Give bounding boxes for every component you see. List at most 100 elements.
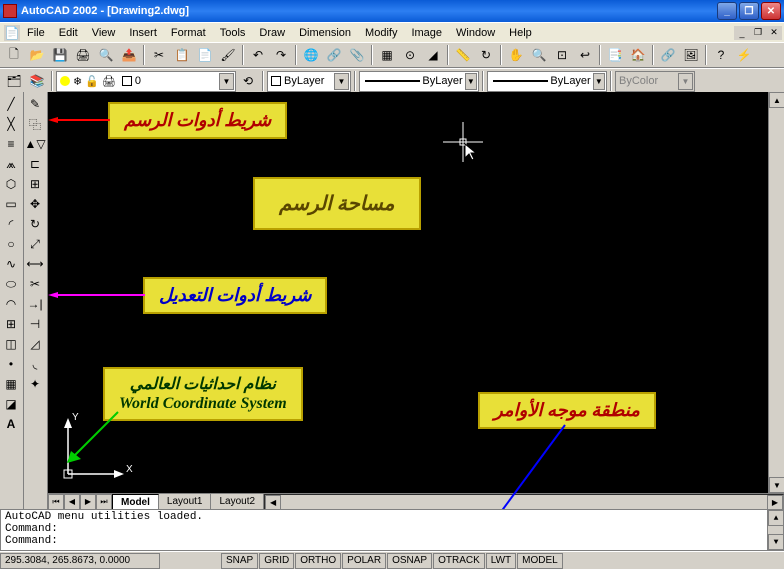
make-block-icon[interactable]: ◫ bbox=[0, 334, 22, 354]
spline-icon[interactable]: ∿ bbox=[0, 254, 22, 274]
menu-draw[interactable]: Draw bbox=[252, 25, 292, 41]
chevron-down-icon[interactable]: ▼ bbox=[334, 73, 349, 90]
doc-close-button[interactable]: ✕ bbox=[766, 26, 782, 40]
hyperlink-icon[interactable]: 📎 bbox=[346, 44, 368, 66]
menu-file[interactable]: File bbox=[20, 25, 52, 41]
minimize-button[interactable]: _ bbox=[717, 2, 737, 20]
scroll-up-icon[interactable]: ▲ bbox=[768, 510, 784, 526]
trim-icon[interactable]: ✂ bbox=[24, 274, 46, 294]
xref-icon[interactable]: 🔗 bbox=[657, 44, 679, 66]
designcenter-icon[interactable]: 🏠 bbox=[627, 44, 649, 66]
scroll-down-icon[interactable]: ▼ bbox=[769, 477, 784, 493]
menu-edit[interactable]: Edit bbox=[52, 25, 85, 41]
break-icon[interactable]: ⊣ bbox=[24, 314, 46, 334]
explode-icon[interactable]: ✦ bbox=[24, 374, 46, 394]
point-icon[interactable]: • bbox=[0, 354, 22, 374]
publish-icon[interactable]: 📤 bbox=[118, 44, 140, 66]
tab-prev-icon[interactable]: ◀ bbox=[64, 494, 80, 510]
chamfer-icon[interactable]: ◿ bbox=[24, 334, 46, 354]
save-icon[interactable]: 💾 bbox=[49, 44, 71, 66]
menu-dimension[interactable]: Dimension bbox=[292, 25, 358, 41]
hatch-icon[interactable]: ▦ bbox=[0, 374, 22, 394]
print-icon[interactable]: 🖨 bbox=[72, 44, 94, 66]
chevron-down-icon[interactable]: ▼ bbox=[219, 73, 234, 90]
scroll-up-icon[interactable]: ▲ bbox=[769, 92, 784, 108]
active-assist-icon[interactable]: ⚡ bbox=[733, 44, 755, 66]
status-lwt[interactable]: LWT bbox=[486, 553, 516, 569]
egrip-icon[interactable]: ▦ bbox=[376, 44, 398, 66]
menu-tools[interactable]: Tools bbox=[213, 25, 253, 41]
polygon-icon[interactable]: ⬡ bbox=[0, 174, 22, 194]
chevron-down-icon[interactable]: ▼ bbox=[593, 73, 605, 90]
copy-icon[interactable]: 📋 bbox=[171, 44, 193, 66]
fillet-icon[interactable]: ◟ bbox=[24, 354, 46, 374]
preview-icon[interactable]: 🔍 bbox=[95, 44, 117, 66]
dist-icon[interactable]: 📏 bbox=[452, 44, 474, 66]
scroll-down-icon[interactable]: ▼ bbox=[768, 534, 784, 550]
pan-icon[interactable]: ✋ bbox=[505, 44, 527, 66]
tab-next-icon[interactable]: ▶ bbox=[80, 494, 96, 510]
mirror-icon[interactable]: ▲▽ bbox=[24, 134, 46, 154]
circle-icon[interactable]: ○ bbox=[0, 234, 22, 254]
zoom-win-icon[interactable]: ⊡ bbox=[551, 44, 573, 66]
mline-icon[interactable]: ≡ bbox=[0, 134, 22, 154]
properties-icon[interactable]: 📑 bbox=[604, 44, 626, 66]
status-grid[interactable]: GRID bbox=[259, 553, 294, 569]
layer-combo[interactable]: ❄🔓🖨 0 ▼ bbox=[56, 71, 236, 92]
rotate-icon[interactable]: ↻ bbox=[24, 214, 46, 234]
snapfrom-icon[interactable]: ⊙ bbox=[399, 44, 421, 66]
status-osnap[interactable]: OSNAP bbox=[387, 553, 432, 569]
menu-view[interactable]: View bbox=[85, 25, 123, 41]
cmd-prompt[interactable]: Command: bbox=[5, 535, 779, 547]
scale-icon[interactable]: ⤢ bbox=[24, 234, 46, 254]
insert-block-icon[interactable]: ⊞ bbox=[0, 314, 22, 334]
status-polar[interactable]: POLAR bbox=[342, 553, 386, 569]
command-line[interactable]: AutoCAD menu utilities loaded. Command: … bbox=[0, 509, 784, 551]
layer-prev-icon[interactable]: ⟲ bbox=[237, 70, 259, 92]
open-icon[interactable]: 📂 bbox=[26, 44, 48, 66]
tab-layout1[interactable]: Layout1 bbox=[159, 494, 212, 510]
status-snap[interactable]: SNAP bbox=[221, 553, 258, 569]
zoom-prev-icon[interactable]: ↩ bbox=[574, 44, 596, 66]
vertical-scrollbar[interactable]: ▲ ▼ bbox=[768, 92, 784, 493]
extend-icon[interactable]: →| bbox=[24, 294, 46, 314]
close-button[interactable]: ✕ bbox=[761, 2, 781, 20]
text-icon[interactable]: A bbox=[0, 414, 22, 434]
ellipse-arc-icon[interactable]: ◠ bbox=[0, 294, 22, 314]
undo-icon[interactable]: ↶ bbox=[247, 44, 269, 66]
copy-obj-icon[interactable]: ⿻ bbox=[24, 114, 46, 134]
menu-help[interactable]: Help bbox=[502, 25, 539, 41]
menu-image[interactable]: Image bbox=[404, 25, 449, 41]
chevron-down-icon[interactable]: ▼ bbox=[465, 73, 477, 90]
region-icon[interactable]: ◪ bbox=[0, 394, 22, 414]
doc-restore-button[interactable]: ❐ bbox=[750, 26, 766, 40]
linetype-combo[interactable]: ByLayer ▼ bbox=[359, 71, 479, 92]
array-icon[interactable]: ⊞ bbox=[24, 174, 46, 194]
dbconnect-icon[interactable]: 🔗 bbox=[323, 44, 345, 66]
lineweight-combo[interactable]: ByLayer ▼ bbox=[487, 71, 607, 92]
line-icon[interactable]: ╱ bbox=[0, 94, 22, 114]
maximize-button[interactable]: ❐ bbox=[739, 2, 759, 20]
new-icon[interactable]: 🗋 bbox=[3, 44, 25, 66]
menu-window[interactable]: Window bbox=[449, 25, 502, 41]
matchprops-icon[interactable]: 🖌 bbox=[217, 44, 239, 66]
menu-modify[interactable]: Modify bbox=[358, 25, 404, 41]
tab-model[interactable]: Model bbox=[112, 494, 159, 510]
paste-icon[interactable]: 📄 bbox=[194, 44, 216, 66]
stretch-icon[interactable]: ⟷ bbox=[24, 254, 46, 274]
ucs-icon[interactable]: ◢ bbox=[422, 44, 444, 66]
drawing-area[interactable]: Y X شريط أدوات الرسم مساحة الرسم شريط أد… bbox=[48, 92, 784, 509]
erase-icon[interactable]: ✎ bbox=[24, 94, 46, 114]
offset-icon[interactable]: ⊏ bbox=[24, 154, 46, 174]
today-icon[interactable]: 🌐 bbox=[300, 44, 322, 66]
cut-icon[interactable]: ✂ bbox=[148, 44, 170, 66]
help-icon[interactable]: ? bbox=[710, 44, 732, 66]
status-model[interactable]: MODEL bbox=[517, 553, 563, 569]
coordinates-display[interactable]: 295.3084, 265.8673, 0.0000 bbox=[0, 553, 160, 569]
make-layer-icon[interactable]: 🗂 bbox=[3, 70, 25, 92]
rectangle-icon[interactable]: ▭ bbox=[0, 194, 22, 214]
xline-icon[interactable]: ╳ bbox=[0, 114, 22, 134]
doc-minimize-button[interactable]: _ bbox=[734, 26, 750, 40]
pline-icon[interactable]: ⩕ bbox=[0, 154, 22, 174]
zoom-rt-icon[interactable]: 🔍 bbox=[528, 44, 550, 66]
